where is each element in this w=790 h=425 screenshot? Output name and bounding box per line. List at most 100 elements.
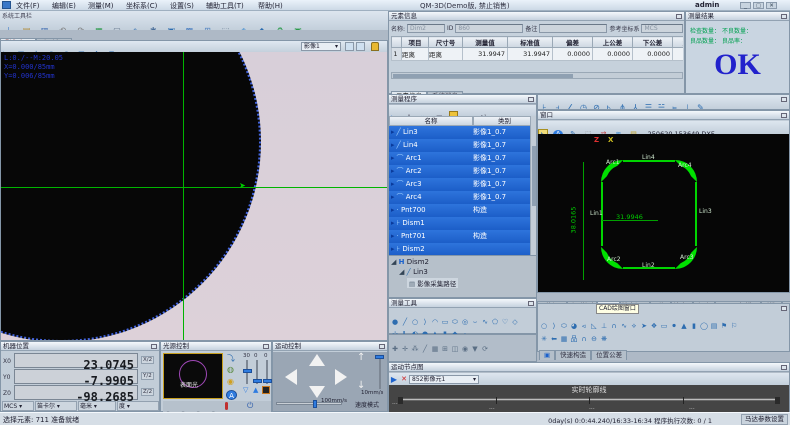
light-slider-2[interactable] xyxy=(253,379,262,383)
offset-tool-icon[interactable]: ⫞ xyxy=(551,102,564,110)
program-item-lin3[interactable]: ▸╱ Lin3影像1_0.7 xyxy=(389,126,530,139)
id-field[interactable]: 860 xyxy=(455,24,523,33)
speed-slider-vertical[interactable] xyxy=(375,355,384,359)
program-col-category[interactable]: 类别 xyxy=(473,116,536,126)
lock-icon[interactable] xyxy=(371,42,379,51)
diameter-icon[interactable]: ⊘ xyxy=(590,102,603,110)
program-item-dism1[interactable]: ▸⊦ Dism1 xyxy=(389,217,530,230)
angle-unit-select[interactable]: 度 ▾ xyxy=(117,401,159,411)
col-lower-tol[interactable]: 下公差 xyxy=(633,37,673,48)
construct-cross-icon[interactable]: ✚ xyxy=(390,345,400,354)
zoom-out-button[interactable] xyxy=(356,42,365,51)
menu-tools[interactable]: 辅助工具(T) xyxy=(206,1,244,11)
light-preview[interactable]: 表面光 xyxy=(163,353,223,399)
detail-dism2[interactable]: ◢ H Dism2 xyxy=(391,258,429,266)
bottom-light-icon[interactable]: ◉ xyxy=(227,377,234,386)
jog-up-button[interactable] xyxy=(309,354,325,366)
dark-frame-button[interactable] xyxy=(262,386,270,394)
parallel-icon[interactable]: ☰ xyxy=(642,102,655,110)
program-item-pnt701[interactable]: ▸· Pnt701构造 xyxy=(389,230,530,243)
close-button[interactable]: ✕ xyxy=(766,2,777,9)
coord-mode-select[interactable]: 笛卡尔 ▾ xyxy=(35,401,77,411)
name-field[interactable]: Dim2 xyxy=(407,24,445,33)
coord-system-select[interactable]: MCS ▾ xyxy=(2,401,34,411)
construct-scatter-icon[interactable]: ⁂ xyxy=(410,345,420,354)
cad-tab-quick-construct[interactable]: 快速构造 xyxy=(555,350,591,360)
lamp-icon[interactable]: ▽ xyxy=(243,386,248,394)
float-icon[interactable] xyxy=(676,14,682,19)
jog-left-button[interactable] xyxy=(285,369,297,385)
auto-light-button[interactable]: A xyxy=(226,390,237,400)
program-item-arc2[interactable]: ▸⌒ Arc2影像1_0.7 xyxy=(389,165,530,178)
timeline-track[interactable] xyxy=(401,398,777,401)
col-upper-tol[interactable]: 上公差 xyxy=(593,37,633,48)
menu-help[interactable]: 帮助(H) xyxy=(258,1,283,11)
motor-params-button[interactable]: 马达参数设置 xyxy=(741,414,788,425)
pin-icon[interactable] xyxy=(263,344,269,349)
unit-select[interactable]: 毫米 ▾ xyxy=(78,401,116,411)
program-item-arc1[interactable]: ▸⌒ Arc1影像1_0.7 xyxy=(389,152,530,165)
contrast-icon[interactable]: ▲ xyxy=(253,386,258,394)
edit-pen-icon[interactable]: ✎ xyxy=(694,102,707,110)
construct-pair-icon[interactable]: ◫ xyxy=(450,345,460,354)
col-item[interactable]: 项目 xyxy=(402,37,429,48)
jog-z-up-button[interactable]: ↑ xyxy=(357,352,365,363)
float-icon[interactable] xyxy=(528,301,534,306)
menu-coord[interactable]: 坐标系(C) xyxy=(126,1,157,11)
node-play-icon[interactable]: ▶ xyxy=(389,375,399,384)
cad-tab-icon-tool[interactable]: ▣ xyxy=(539,350,555,360)
speed-slider-handle[interactable] xyxy=(313,400,317,408)
zoom-in-button[interactable] xyxy=(345,42,354,51)
float-icon[interactable] xyxy=(781,113,787,118)
program-item-arc3[interactable]: ▸⌒ Arc3影像1_0.7 xyxy=(389,178,530,191)
program-item-pnt700[interactable]: ▸· Pnt700构造 xyxy=(389,204,530,217)
table-row[interactable]: 1 距离 距离 31.9947 31.9947 0.0000 0.0000 0.… xyxy=(392,48,684,61)
perpendicular-icon[interactable]: ⊥ xyxy=(681,102,694,110)
horizontal-scrollbar[interactable] xyxy=(391,72,683,79)
pin-icon[interactable] xyxy=(151,344,157,349)
construct-plus-icon[interactable]: ✛ xyxy=(400,345,410,354)
col-out-tol[interactable]: 超差值 xyxy=(673,37,684,48)
ring-segment-icon[interactable]: ◍ xyxy=(227,365,234,374)
detail-lin3[interactable]: ◢ ╱ Lin3 xyxy=(399,268,428,276)
tangent-icon[interactable]: ⫢ xyxy=(668,102,681,110)
video-canvas[interactable]: ➤ L:0./--M:20.05 X=0.000/85mm Y=0.006/85… xyxy=(1,52,387,340)
menu-measure[interactable]: 测量(M) xyxy=(88,1,114,11)
col-measured[interactable]: 测量值 xyxy=(463,37,508,48)
menu-edit[interactable]: 编辑(E) xyxy=(52,1,76,11)
construct-image-icon[interactable]: ▦ xyxy=(430,345,440,354)
minimize-button[interactable]: _ xyxy=(740,2,751,9)
float-icon[interactable] xyxy=(781,14,787,19)
cad-canvas[interactable]: Z X Arc1 Lin4 Arc4 Lin1 Lin3 Arc2 Lin2 A… xyxy=(538,134,789,292)
program-item-arc4[interactable]: ▸⌒ Arc4影像1_0.7 xyxy=(389,191,530,204)
symmetry-icon[interactable]: ☵ xyxy=(655,102,668,110)
col-nominal[interactable]: 标准值 xyxy=(508,37,553,48)
axis-x-half-button[interactable]: X/2 xyxy=(141,356,154,364)
time-circle-icon[interactable]: ◷ xyxy=(577,102,590,110)
construct-rotate-icon[interactable]: ⟳ xyxy=(480,345,490,354)
timeline-handle-left[interactable] xyxy=(398,397,403,404)
pin-icon[interactable] xyxy=(379,344,385,349)
jog-right-button[interactable] xyxy=(335,369,347,385)
construct-filter-icon[interactable]: ▼ xyxy=(470,345,480,354)
col-dim-no[interactable]: 尺寸号 xyxy=(429,37,463,48)
float-icon[interactable] xyxy=(528,97,534,102)
col-index[interactable] xyxy=(392,37,402,48)
ref-coord-field[interactable]: MCS xyxy=(641,24,683,33)
detail-path[interactable]: ▤ 影像采集路径 xyxy=(407,278,458,288)
cad-tab-position-tolerance[interactable]: 位置公差 xyxy=(591,350,627,360)
branch-icon[interactable]: ⅄ xyxy=(629,102,642,110)
perpendicular-corner-icon[interactable]: ⊾ xyxy=(603,102,616,110)
construct-target-icon[interactable]: ◉ xyxy=(460,345,470,354)
float-icon[interactable] xyxy=(781,97,787,102)
float-icon[interactable] xyxy=(781,365,787,370)
jog-down-button[interactable] xyxy=(309,386,325,398)
distance-tool-icon[interactable]: ⊦ xyxy=(538,102,551,110)
construct-line-icon[interactable]: ╱ xyxy=(420,345,430,354)
axis-z-half-button[interactable]: Z/2 xyxy=(141,388,154,396)
power-icon[interactable]: ⏻ xyxy=(247,401,253,411)
angle-measure-icon[interactable]: ∠ xyxy=(564,102,577,110)
node-delete-icon[interactable]: ✕ xyxy=(399,375,409,384)
intersect-icon[interactable]: ⋔ xyxy=(616,102,629,110)
program-col-name[interactable]: 名称 xyxy=(389,116,473,126)
